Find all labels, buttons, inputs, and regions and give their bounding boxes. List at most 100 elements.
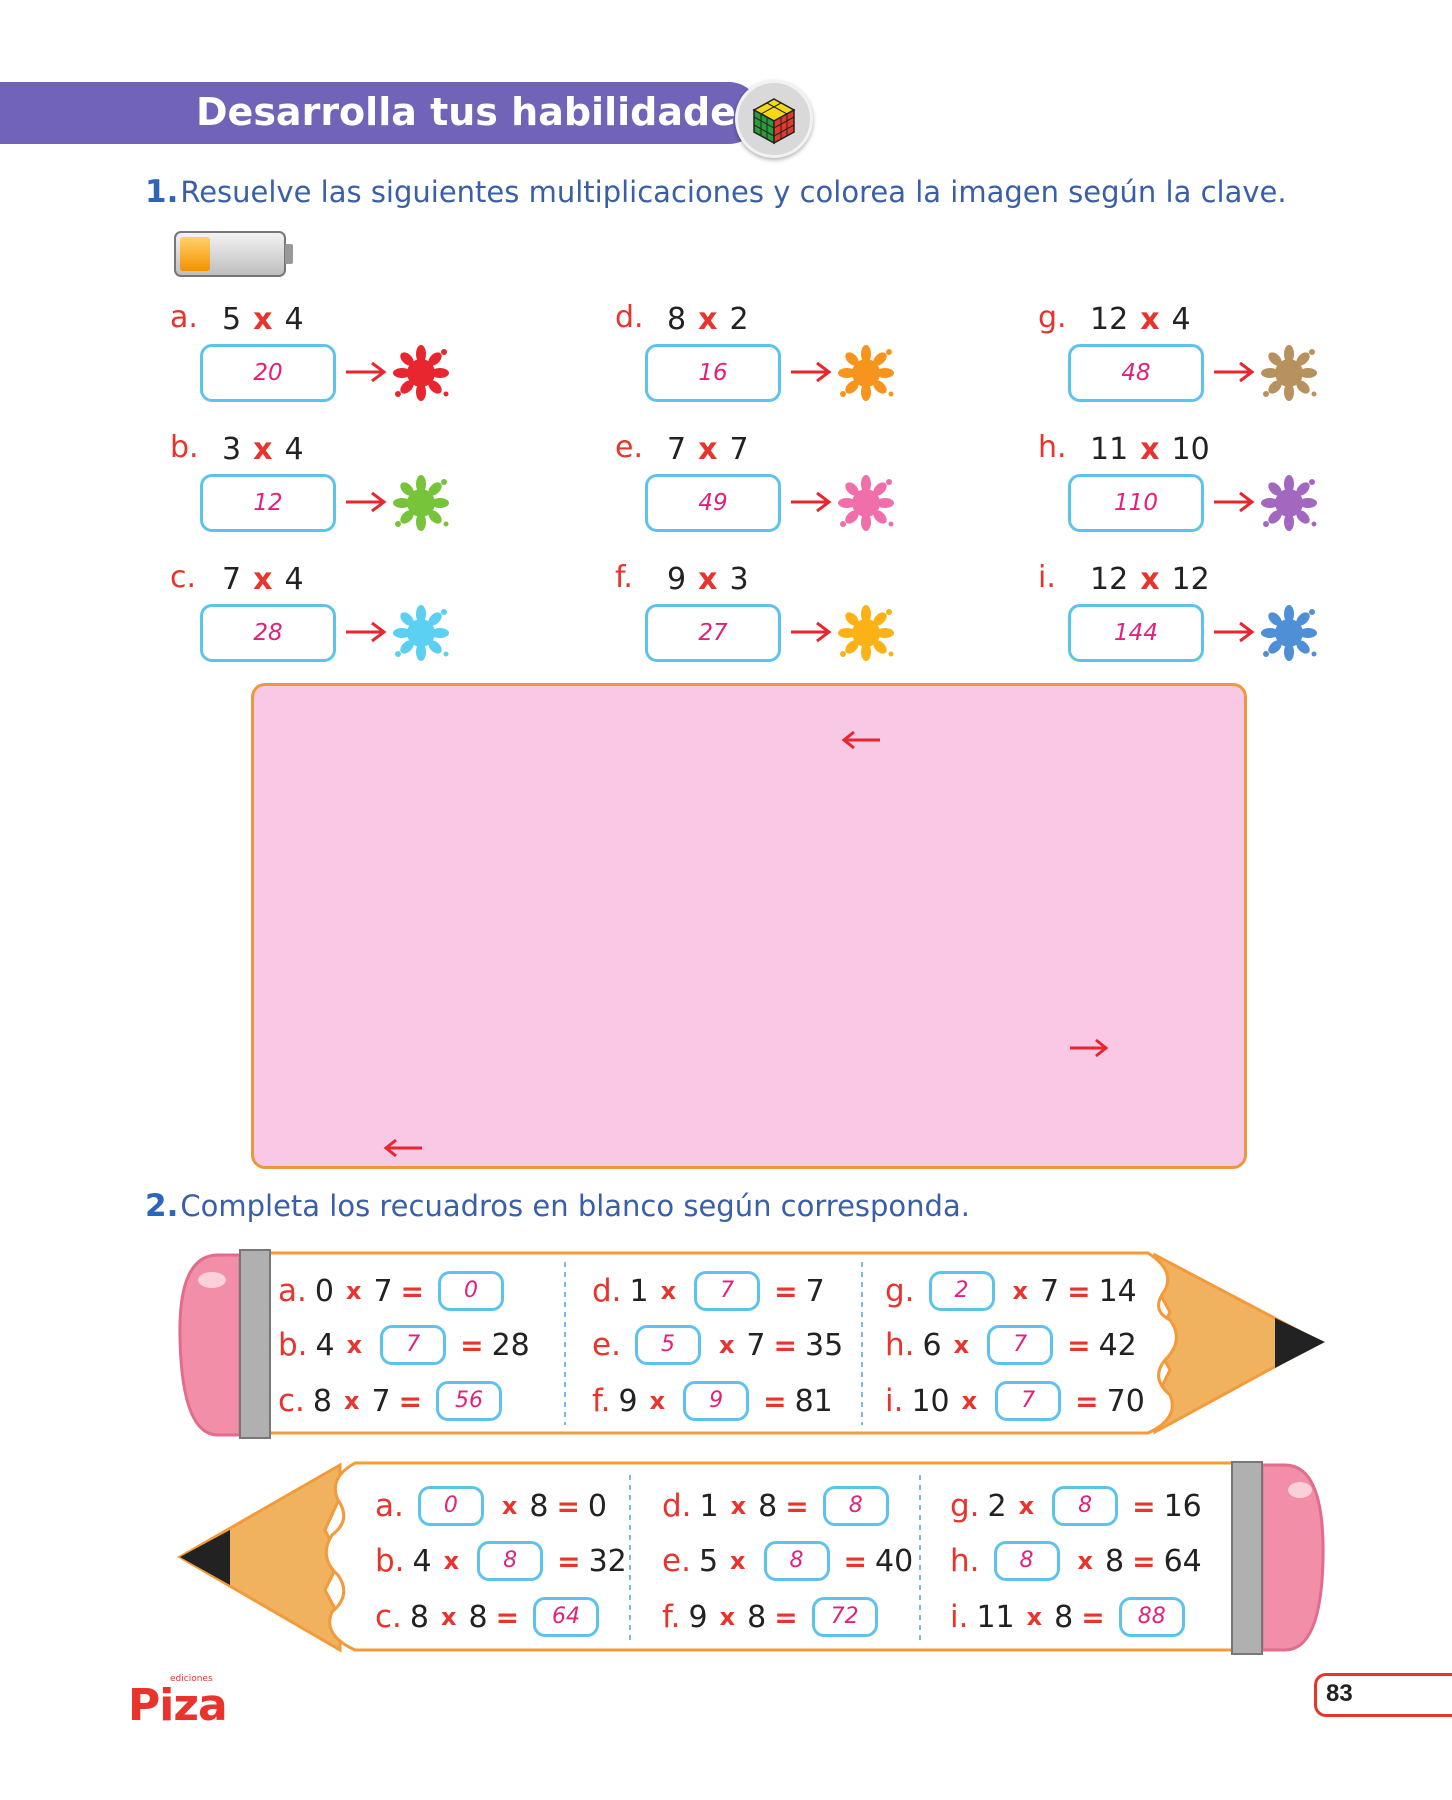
number: 8 — [1054, 1599, 1074, 1635]
item-letter: i. — [885, 1383, 904, 1419]
number: 7 — [373, 1273, 393, 1309]
answer-box[interactable]: 7 — [995, 1381, 1062, 1421]
equals-sign: = — [1132, 1489, 1156, 1523]
equals-sign: = — [460, 1328, 484, 1362]
equals-sign: = — [843, 1544, 867, 1578]
equals-sign: = — [1075, 1384, 1099, 1418]
item-letter: f. — [592, 1383, 611, 1419]
equals-sign: = — [774, 1600, 798, 1634]
item-letter: b. — [278, 1327, 308, 1363]
times-sign: x — [730, 1547, 746, 1575]
number: 4 — [412, 1543, 432, 1579]
answer-box[interactable]: 64 — [533, 1597, 600, 1637]
number: 0 — [314, 1273, 334, 1309]
times-sign: x — [346, 1331, 363, 1359]
answer-box[interactable]: 72 — [811, 1597, 878, 1637]
number: 0 — [587, 1488, 607, 1524]
number: 8 — [758, 1488, 778, 1524]
equation-row: f. 9 x 9 = 81 — [592, 1378, 833, 1424]
item-letter: c. — [278, 1383, 305, 1419]
times-sign: x — [441, 1603, 457, 1631]
number: 8 — [468, 1599, 488, 1635]
number: 64 — [1163, 1543, 1202, 1579]
answer-box[interactable]: 7 — [987, 1325, 1054, 1365]
number: 6 — [922, 1327, 942, 1363]
equals-sign: = — [1067, 1274, 1091, 1308]
item-letter: e. — [662, 1543, 691, 1579]
answer-box[interactable]: 56 — [436, 1381, 503, 1421]
times-sign: x — [345, 1277, 362, 1305]
answer-box[interactable]: 8 — [822, 1486, 889, 1526]
times-sign: x — [1012, 1277, 1029, 1305]
answer-box[interactable]: 0 — [417, 1486, 484, 1526]
number: 8 — [312, 1383, 332, 1419]
times-sign: x — [660, 1277, 677, 1305]
item-letter: d. — [662, 1488, 692, 1524]
equation-row: c. 8 x 7 = 56 — [278, 1378, 508, 1424]
number: 7 — [371, 1383, 391, 1419]
times-sign: x — [501, 1492, 518, 1520]
answer-box[interactable]: 8 — [993, 1541, 1060, 1581]
equation-row: h. 6 x 7 = 42 — [885, 1322, 1137, 1368]
equation-row: d. 1 x 7 = 7 — [592, 1268, 825, 1314]
equals-sign: = — [398, 1384, 423, 1418]
equation-row: e. 5 x 7 = 35 — [592, 1322, 843, 1368]
item-letter: g. — [950, 1488, 980, 1524]
equation-row: a. 0 x 8 = 0 — [375, 1483, 607, 1529]
number: 32 — [588, 1543, 627, 1579]
equals-sign: = — [400, 1274, 424, 1308]
times-sign: x — [1026, 1603, 1043, 1631]
equals-sign: = — [774, 1274, 798, 1308]
times-sign: x — [649, 1387, 666, 1415]
answer-box[interactable]: 7 — [380, 1325, 447, 1365]
equation-row: g. 2 x 8 = 16 — [950, 1483, 1202, 1529]
item-letter: e. — [592, 1327, 621, 1363]
number: 10 — [911, 1383, 950, 1419]
answer-box[interactable]: 8 — [763, 1541, 830, 1581]
number: 42 — [1098, 1327, 1137, 1363]
answer-box[interactable]: 9 — [683, 1381, 750, 1421]
answer-box[interactable]: 5 — [634, 1325, 701, 1365]
equation-row: i. 10 x 7 = 70 — [885, 1378, 1145, 1424]
equation-row: b. 4 x 8 = 32 — [375, 1538, 627, 1584]
times-sign: x — [718, 1331, 735, 1359]
equation-row: g. 2 x 7 = 14 — [885, 1268, 1137, 1314]
times-sign: x — [443, 1547, 460, 1575]
equals-sign: = — [1132, 1544, 1156, 1578]
item-letter: c. — [375, 1599, 402, 1635]
answer-box[interactable]: 0 — [438, 1271, 504, 1311]
number: 7 — [1040, 1273, 1060, 1309]
item-letter: a. — [375, 1488, 404, 1524]
equation-row: c. 8 x 8 = 64 — [375, 1594, 605, 1640]
equation-row: e. 5 x 8 = 40 — [662, 1538, 913, 1584]
answer-box[interactable]: 2 — [928, 1271, 995, 1311]
number: 8 — [529, 1488, 549, 1524]
number: 8 — [1105, 1543, 1125, 1579]
number: 1 — [629, 1273, 649, 1309]
equation-row: h. 8 x 8 = 64 — [950, 1538, 1202, 1584]
answer-box[interactable]: 8 — [477, 1541, 544, 1581]
number: 81 — [794, 1383, 833, 1419]
item-letter: h. — [885, 1327, 915, 1363]
number: 8 — [409, 1599, 429, 1635]
times-sign: x — [719, 1603, 736, 1631]
equals-sign: = — [763, 1384, 787, 1418]
times-sign: x — [961, 1387, 978, 1415]
number: 4 — [315, 1327, 335, 1363]
times-sign: x — [1077, 1547, 1093, 1575]
equals-sign: = — [785, 1489, 809, 1523]
answer-box[interactable]: 7 — [694, 1271, 761, 1311]
number: 11 — [976, 1599, 1015, 1635]
equation-row: a. 0 x 7 = 0 — [278, 1268, 510, 1314]
number: 28 — [491, 1327, 530, 1363]
number: 5 — [698, 1543, 719, 1579]
answer-box[interactable]: 88 — [1118, 1597, 1185, 1637]
number: 9 — [688, 1599, 708, 1635]
equation-row: d. 1 x 8 = 8 — [662, 1483, 895, 1529]
equation-row: i. 11 x 8 = 88 — [950, 1594, 1191, 1640]
equation-row: f. 9 x 8 = 72 — [662, 1594, 884, 1640]
equals-sign: = — [557, 1544, 581, 1578]
number: 40 — [874, 1543, 914, 1579]
answer-box[interactable]: 8 — [1052, 1486, 1119, 1526]
times-sign: x — [1018, 1492, 1035, 1520]
